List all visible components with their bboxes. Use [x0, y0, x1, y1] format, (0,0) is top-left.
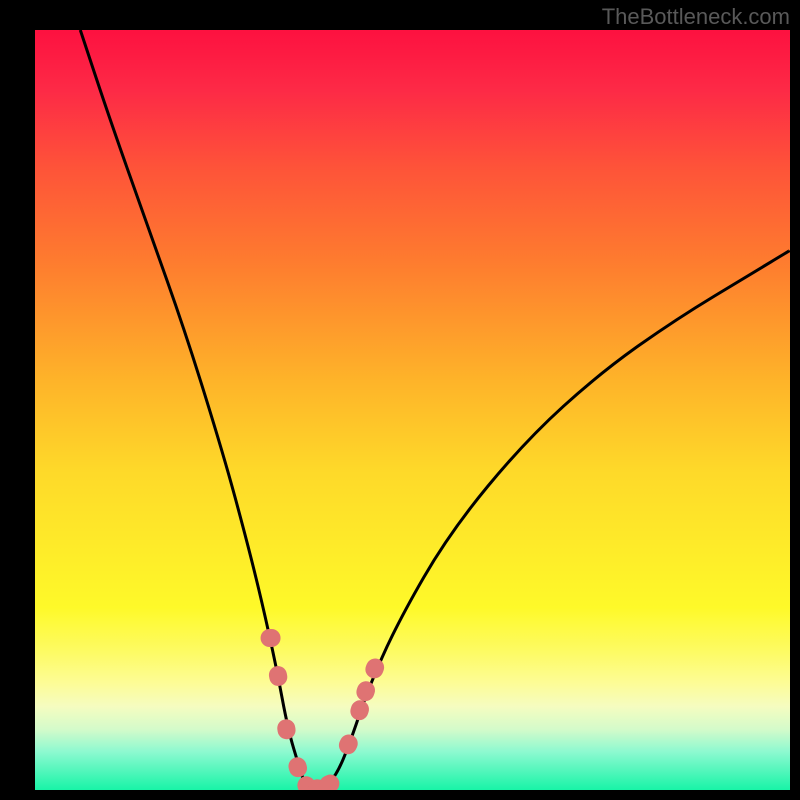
marker-point — [354, 679, 377, 704]
marker-point — [261, 629, 281, 647]
marker-point — [336, 731, 361, 757]
marker-point — [294, 773, 319, 790]
attribution-text: TheBottleneck.com — [602, 4, 790, 30]
bottleneck-curve-path — [80, 30, 790, 790]
marker-point — [348, 698, 371, 723]
chart-svg — [35, 30, 790, 790]
marker-point — [363, 656, 387, 681]
marker-point — [307, 778, 330, 790]
marker-point — [286, 755, 309, 779]
chart-plot-area — [35, 30, 790, 790]
curve-line — [80, 30, 790, 790]
marker-point — [276, 718, 297, 741]
marker-point — [267, 664, 289, 687]
marker-point — [317, 772, 342, 790]
marker-points — [261, 629, 387, 790]
